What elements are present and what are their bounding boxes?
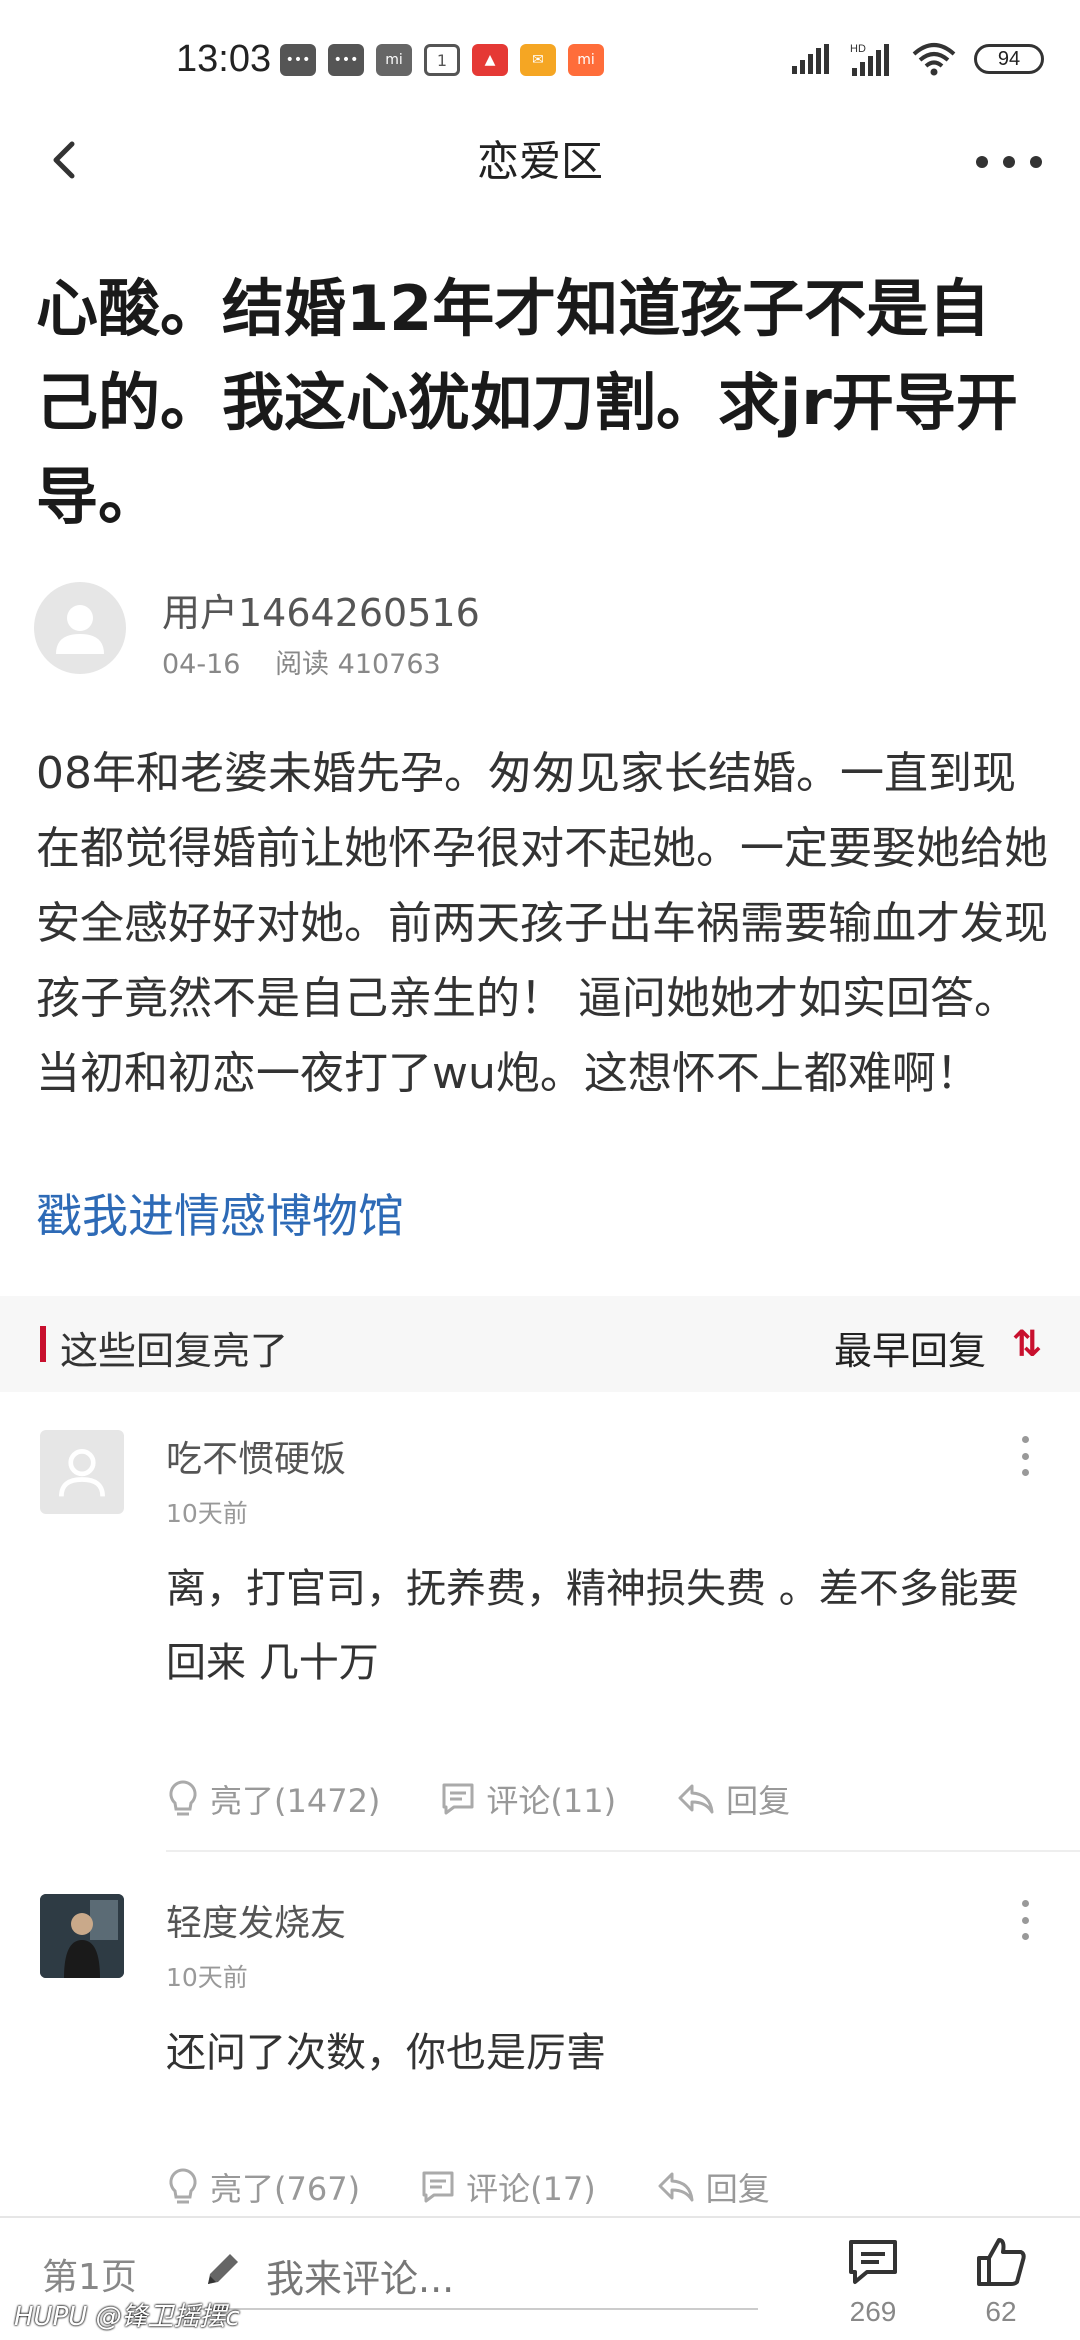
section-marker [40, 1326, 46, 1362]
more-dot-icon [1021, 1452, 1029, 1460]
comment-replies-count: 评论(17) [466, 2170, 596, 2208]
comment-more-button[interactable] [1020, 1436, 1030, 1476]
author-name[interactable]: 用户1464260516 [162, 582, 480, 637]
lightbulb-icon [169, 1780, 197, 1816]
wifi-icon [912, 43, 956, 76]
comment-more-button[interactable] [1020, 1900, 1030, 1940]
sort-arrows-icon[interactable]: ⇅ [1012, 1324, 1042, 1365]
reply-arrow-icon [678, 1784, 714, 1814]
page-title: 恋爱区 [476, 137, 603, 186]
reply-button[interactable]: 回复 [656, 2164, 770, 2210]
comment-actions: 亮了(1472) 评论(11) 回复 [166, 1776, 850, 1822]
mi-app-icon: mi [568, 44, 604, 76]
comment-text: 离，打官司，抚养费，精神损失费 。差不多能要回来 几十万 [166, 1566, 1019, 1686]
watermark: HUPU @锋卫摇摆c [14, 2302, 240, 2332]
message-notification-icon-2: ••• [328, 44, 364, 76]
comment-replies-button[interactable]: 评论(11) [440, 1776, 616, 1822]
mi-store-icon: mi [376, 44, 412, 76]
reply-button[interactable]: 回复 [676, 1776, 790, 1822]
battery-icon: 94 [974, 44, 1044, 74]
speech-bubble-icon [442, 1783, 474, 1815]
museum-link[interactable]: 戳我进情感博物馆 [36, 1180, 404, 1246]
post-title: 心酸。结婚12年才知道孩子不是自己的。我这心犹如刀割。求jr开导开导。 [36, 272, 1018, 533]
post-meta: 04-16 阅读 410763 [162, 642, 467, 681]
like-button[interactable]: 62 [966, 2236, 1036, 2328]
comment-count: 269 [849, 2296, 897, 2327]
comment-time: 10天前 [166, 1963, 248, 1992]
status-bar: 13:03 ••• ••• mi 1 ▲ ✉ mi HD 94 [0, 0, 1080, 120]
thumbs-up-icon [977, 2238, 1026, 2286]
pen-icon[interactable] [200, 2246, 246, 2296]
page-indicator[interactable]: 第1页 [42, 2248, 137, 2300]
commenter-avatar[interactable] [40, 1430, 124, 1514]
default-user-icon [59, 1449, 105, 1497]
signal-hd-icon: HD [850, 43, 889, 76]
post-body: 08年和老婆未婚先孕。匆匆见家长结婚。一直到现在都觉得婚前让她怀孕很对不起她。一… [36, 748, 1048, 1099]
signal-icon [792, 44, 829, 74]
comment-input[interactable]: 我来评论... [266, 2248, 454, 2303]
light-up-count: 亮了(767) [210, 2170, 361, 2208]
reply-arrow-icon [658, 2172, 694, 2202]
mail-icon: ✉ [520, 44, 556, 76]
comment-bubble-icon [849, 2240, 897, 2284]
comment-replies-count: 评论(11) [486, 1782, 617, 1820]
light-up-button[interactable]: 亮了(1472) [166, 1776, 380, 1822]
status-time: 13:03 [176, 38, 272, 80]
svg-text:HD: HD [850, 43, 866, 55]
notification-icons: ••• ••• mi 1 ▲ ✉ mi [280, 44, 604, 76]
speech-bubble-icon [422, 2171, 454, 2203]
calendar-icon: 1 [424, 44, 460, 76]
more-dot-icon [1021, 1933, 1029, 1940]
more-options-button[interactable] [976, 142, 1042, 182]
comment-actions: 亮了(767) 评论(17) 回复 [166, 2164, 830, 2210]
light-up-count: 亮了(1472) [210, 1782, 381, 1820]
more-dot-icon [1021, 1916, 1029, 1924]
comments-button[interactable]: 269 [838, 2236, 908, 2328]
default-user-icon [56, 605, 104, 654]
nav-bar: 恋爱区 [0, 120, 1080, 200]
message-notification-icon: ••• [280, 44, 316, 76]
comment-time: 10天前 [166, 1499, 248, 1528]
reply-label: 回复 [705, 2170, 770, 2208]
lightbulb-icon [169, 2168, 197, 2204]
user-photo-icon [40, 1894, 124, 1978]
system-icons: HD 94 [792, 42, 1044, 76]
comment-replies-button[interactable]: 评论(17) [420, 2164, 596, 2210]
post-date: 04-16 [162, 649, 241, 680]
comment-text: 还问了次数，你也是厉害 [166, 2030, 606, 2076]
more-dot-icon [1021, 1436, 1029, 1443]
author-avatar[interactable] [34, 582, 126, 674]
commenter-name[interactable]: 吃不惯硬饭 [166, 1430, 346, 1482]
commenter-avatar[interactable] [40, 1894, 124, 1978]
like-count: 62 [985, 2296, 1017, 2327]
app-notification-icon: ▲ [472, 44, 508, 76]
more-dot-icon [1021, 1900, 1029, 1907]
replies-header: 这些回复亮了 最早回复 ⇅ [0, 1296, 1080, 1392]
sort-button[interactable]: 最早回复 [834, 1320, 986, 1375]
replies-header-title: 这些回复亮了 [60, 1329, 289, 1373]
post-read-count: 阅读 410763 [275, 649, 441, 680]
more-dot-icon [1030, 156, 1042, 168]
author-row[interactable]: 用户1464260516 04-16 阅读 410763 [34, 582, 1044, 682]
more-dot-icon [976, 156, 988, 168]
more-dot-icon [1021, 1469, 1029, 1476]
more-dot-icon [1003, 156, 1015, 168]
light-up-button[interactable]: 亮了(767) [166, 2164, 360, 2210]
reply-label: 回复 [726, 1782, 791, 1820]
comment-input-underline [198, 2308, 758, 2310]
comment-divider [166, 1850, 1080, 1852]
commenter-name[interactable]: 轻度发烧友 [166, 1894, 346, 1946]
